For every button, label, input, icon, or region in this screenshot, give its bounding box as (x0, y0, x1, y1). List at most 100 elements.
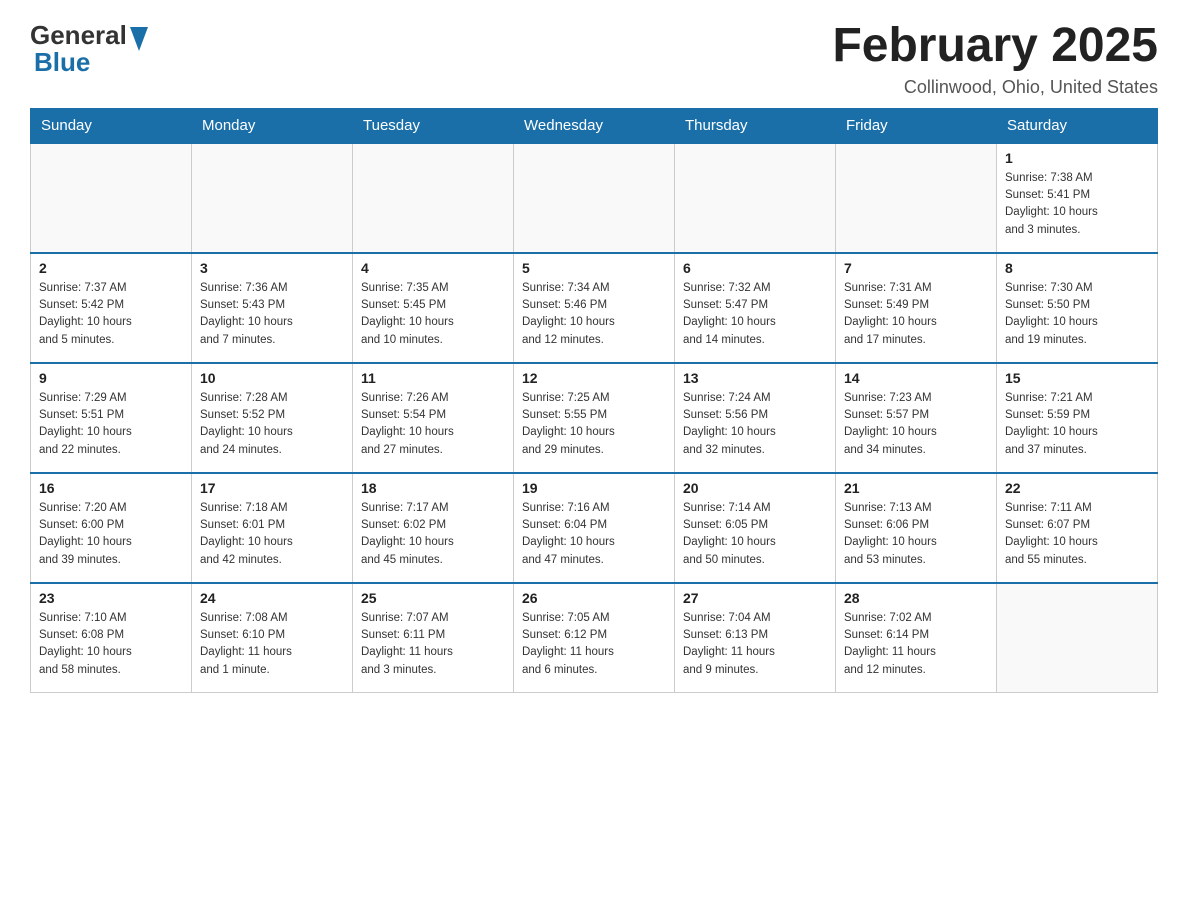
calendar-header-row: Sunday Monday Tuesday Wednesday Thursday… (31, 108, 1158, 143)
table-row: 3Sunrise: 7:36 AMSunset: 5:43 PMDaylight… (192, 253, 353, 363)
table-row: 25 Sunrise: 7:07 AMSunset: 6:11 PMDayligh… (353, 583, 514, 693)
table-row: 1 Sunrise: 7:38 AMSunset: 5:41 PMDaylight… (997, 143, 1158, 253)
table-row: 4 Sunrise: 7:35 AMSunset: 5:45 PMDaylight… (353, 253, 514, 363)
table-row (192, 143, 353, 253)
day-number: 23 (39, 590, 183, 606)
calendar-week-row: 23 Sunrise: 7:10 AMSunset: 6:08 PMDayligh… (31, 583, 1158, 693)
day-info: Sunrise: 7:07 AMSunset: 6:11 PMDaylight:… (361, 610, 505, 679)
table-row: 5 Sunrise: 7:34 AMSunset: 5:46 PMDaylight… (514, 253, 675, 363)
calendar-week-row: 9 Sunrise: 7:29 AMSunset: 5:51 PMDaylight… (31, 363, 1158, 473)
table-row: 27 Sunrise: 7:04 AMSunset: 6:13 PMDayligh… (675, 583, 836, 693)
table-row: 15 Sunrise: 7:21 AMSunset: 5:59 PMDayligh… (997, 363, 1158, 473)
day-number: 24 (200, 590, 344, 606)
day-number: 9 (39, 370, 183, 386)
col-monday: Monday (192, 108, 353, 143)
day-number: 20 (683, 480, 827, 496)
table-row (997, 583, 1158, 693)
day-number: 25 (361, 590, 505, 606)
day-info: Sunrise: 7:17 AMSunset: 6:02 PMDaylight:… (361, 500, 505, 569)
day-number: 11 (361, 370, 505, 386)
day-info: Sunrise: 7:08 AMSunset: 6:10 PMDaylight:… (200, 610, 344, 679)
calendar-week-row: 1 Sunrise: 7:38 AMSunset: 5:41 PMDaylight… (31, 143, 1158, 253)
day-info: Sunrise: 7:31 AMSunset: 5:49 PMDaylight:… (844, 280, 988, 349)
day-info: Sunrise: 7:37 AMSunset: 5:42 PMDaylight:… (39, 280, 183, 349)
day-info: Sunrise: 7:38 AMSunset: 5:41 PMDaylight:… (1005, 170, 1149, 239)
page-title: February 2025 (832, 20, 1158, 73)
day-number: 1 (1005, 150, 1149, 166)
day-number: 18 (361, 480, 505, 496)
day-number: 12 (522, 370, 666, 386)
day-number: 10 (200, 370, 344, 386)
table-row: 24 Sunrise: 7:08 AMSunset: 6:10 PMDayligh… (192, 583, 353, 693)
table-row: 14 Sunrise: 7:23 AMSunset: 5:57 PMDayligh… (836, 363, 997, 473)
day-number: 26 (522, 590, 666, 606)
col-wednesday: Wednesday (514, 108, 675, 143)
table-row (353, 143, 514, 253)
table-row: 26 Sunrise: 7:05 AMSunset: 6:12 PMDayligh… (514, 583, 675, 693)
day-number: 14 (844, 370, 988, 386)
day-info: Sunrise: 7:21 AMSunset: 5:59 PMDaylight:… (1005, 390, 1149, 459)
day-number: 28 (844, 590, 988, 606)
day-info: Sunrise: 7:11 AMSunset: 6:07 PMDaylight:… (1005, 500, 1149, 569)
logo: General Blue (30, 20, 148, 78)
day-info: Sunrise: 7:13 AMSunset: 6:06 PMDaylight:… (844, 500, 988, 569)
day-number: 16 (39, 480, 183, 496)
day-info: Sunrise: 7:29 AMSunset: 5:51 PMDaylight:… (39, 390, 183, 459)
day-info: Sunrise: 7:28 AMSunset: 5:52 PMDaylight:… (200, 390, 344, 459)
day-info: Sunrise: 7:23 AMSunset: 5:57 PMDaylight:… (844, 390, 988, 459)
day-info: Sunrise: 7:18 AMSunset: 6:01 PMDaylight:… (200, 500, 344, 569)
table-row: 18 Sunrise: 7:17 AMSunset: 6:02 PMDayligh… (353, 473, 514, 583)
day-info: Sunrise: 7:20 AMSunset: 6:00 PMDaylight:… (39, 500, 183, 569)
table-row: 7Sunrise: 7:31 AMSunset: 5:49 PMDaylight… (836, 253, 997, 363)
day-number: 2 (39, 260, 183, 276)
table-row: 17 Sunrise: 7:18 AMSunset: 6:01 PMDayligh… (192, 473, 353, 583)
day-info: Sunrise: 7:25 AMSunset: 5:55 PMDaylight:… (522, 390, 666, 459)
day-number: 4 (361, 260, 505, 276)
logo-blue-text: Blue (34, 47, 90, 78)
table-row: 11 Sunrise: 7:26 AMSunset: 5:54 PMDayligh… (353, 363, 514, 473)
day-number: 6 (683, 260, 827, 276)
day-number: 17 (200, 480, 344, 496)
day-info: Sunrise: 7:16 AMSunset: 6:04 PMDaylight:… (522, 500, 666, 569)
day-info: Sunrise: 7:30 AMSunset: 5:50 PMDaylight:… (1005, 280, 1149, 349)
day-number: 8 (1005, 260, 1149, 276)
col-friday: Friday (836, 108, 997, 143)
day-info: Sunrise: 7:34 AMSunset: 5:46 PMDaylight:… (522, 280, 666, 349)
day-info: Sunrise: 7:24 AMSunset: 5:56 PMDaylight:… (683, 390, 827, 459)
day-number: 5 (522, 260, 666, 276)
table-row: 23 Sunrise: 7:10 AMSunset: 6:08 PMDayligh… (31, 583, 192, 693)
table-row: 8 Sunrise: 7:30 AMSunset: 5:50 PMDaylight… (997, 253, 1158, 363)
day-info: Sunrise: 7:14 AMSunset: 6:05 PMDaylight:… (683, 500, 827, 569)
table-row: 10 Sunrise: 7:28 AMSunset: 5:52 PMDayligh… (192, 363, 353, 473)
day-info: Sunrise: 7:05 AMSunset: 6:12 PMDaylight:… (522, 610, 666, 679)
table-row (31, 143, 192, 253)
table-row (836, 143, 997, 253)
title-block: February 2025 Collinwood, Ohio, United S… (832, 20, 1158, 98)
col-thursday: Thursday (675, 108, 836, 143)
table-row: 2 Sunrise: 7:37 AMSunset: 5:42 PMDaylight… (31, 253, 192, 363)
table-row: 22Sunrise: 7:11 AMSunset: 6:07 PMDayligh… (997, 473, 1158, 583)
table-row: 13 Sunrise: 7:24 AMSunset: 5:56 PMDayligh… (675, 363, 836, 473)
day-number: 15 (1005, 370, 1149, 386)
table-row: 28Sunrise: 7:02 AMSunset: 6:14 PMDayligh… (836, 583, 997, 693)
table-row: 9 Sunrise: 7:29 AMSunset: 5:51 PMDaylight… (31, 363, 192, 473)
col-tuesday: Tuesday (353, 108, 514, 143)
day-info: Sunrise: 7:10 AMSunset: 6:08 PMDaylight:… (39, 610, 183, 679)
day-number: 27 (683, 590, 827, 606)
day-info: Sunrise: 7:04 AMSunset: 6:13 PMDaylight:… (683, 610, 827, 679)
day-number: 21 (844, 480, 988, 496)
table-row: 21 Sunrise: 7:13 AMSunset: 6:06 PMDayligh… (836, 473, 997, 583)
table-row (675, 143, 836, 253)
table-row: 19Sunrise: 7:16 AMSunset: 6:04 PMDayligh… (514, 473, 675, 583)
table-row: 20 Sunrise: 7:14 AMSunset: 6:05 PMDayligh… (675, 473, 836, 583)
table-row: 6 Sunrise: 7:32 AMSunset: 5:47 PMDaylight… (675, 253, 836, 363)
calendar-week-row: 2 Sunrise: 7:37 AMSunset: 5:42 PMDaylight… (31, 253, 1158, 363)
page-subtitle: Collinwood, Ohio, United States (832, 77, 1158, 98)
col-saturday: Saturday (997, 108, 1158, 143)
calendar-week-row: 16 Sunrise: 7:20 AMSunset: 6:00 PMDayligh… (31, 473, 1158, 583)
day-info: Sunrise: 7:32 AMSunset: 5:47 PMDaylight:… (683, 280, 827, 349)
day-info: Sunrise: 7:26 AMSunset: 5:54 PMDaylight:… (361, 390, 505, 459)
day-number: 13 (683, 370, 827, 386)
day-info: Sunrise: 7:35 AMSunset: 5:45 PMDaylight:… (361, 280, 505, 349)
col-sunday: Sunday (31, 108, 192, 143)
